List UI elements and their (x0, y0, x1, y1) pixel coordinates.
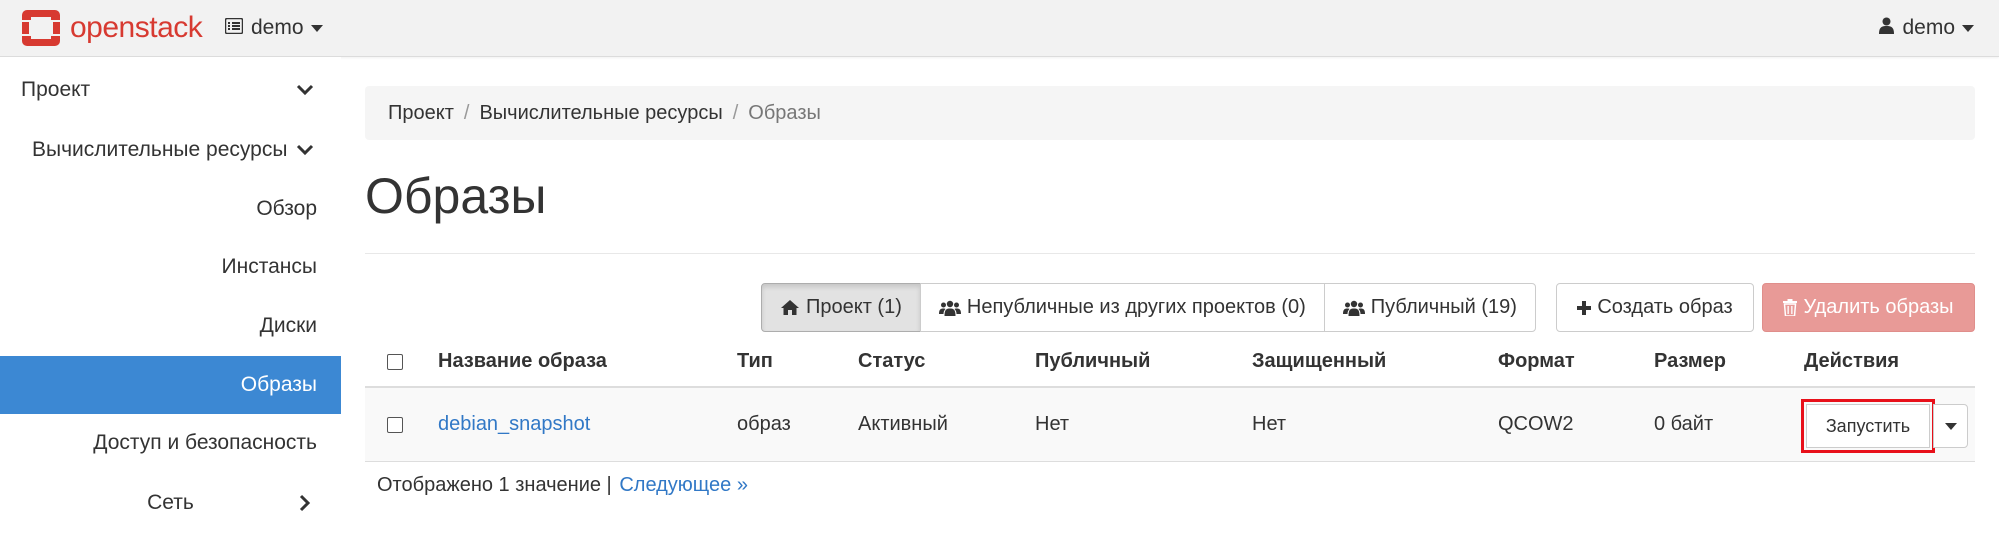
column-header-type[interactable]: Тип (737, 337, 773, 386)
sidebar-item-overview[interactable]: Обзор (0, 180, 341, 238)
sidebar-item-label: Обзор (256, 197, 317, 220)
image-status: Активный (858, 413, 948, 435)
page-title: Образы (365, 168, 547, 224)
filter-label: Непубличные из других проектов (0) (966, 296, 1306, 318)
create-image-button[interactable]: Создать образ (1556, 283, 1754, 332)
chevron-down-icon (1962, 24, 1974, 32)
filter-shared-button[interactable]: Непубличные из других проектов (0) (919, 283, 1325, 332)
brand-name: openstack (70, 11, 203, 44)
project-switcher[interactable]: demo (224, 14, 323, 42)
filter-label: Публичный (19) (1370, 296, 1517, 318)
column-header-name[interactable]: Название образа (438, 337, 607, 386)
image-format: QCOW2 (1498, 413, 1574, 435)
column-header-protected[interactable]: Защищенный (1252, 337, 1386, 386)
chevron-down-icon (1944, 422, 1957, 430)
home-icon (780, 299, 800, 316)
table-footer: Отображено 1 значение | Следующее » (377, 474, 748, 497)
table-row: debian_snapshot образ Активный Нет Нет Q… (365, 388, 1975, 462)
plus-icon (1577, 300, 1592, 315)
delete-images-button[interactable]: Удалить образы (1762, 283, 1975, 332)
sidebar-item-label: Вычислительные ресурсы (32, 138, 288, 161)
sidebar-item-label: Доступ и безопасность (93, 431, 317, 454)
breadcrumb-compute[interactable]: Вычислительные ресурсы (479, 102, 722, 125)
create-image-label: Создать образ (1597, 296, 1733, 318)
users-icon (1342, 300, 1365, 316)
sidebar-item-images[interactable]: Образы (0, 356, 341, 414)
filter-button-group: Проект (1) Непубличные из других проекто… (761, 283, 1536, 332)
chevron-down-icon (295, 140, 315, 160)
sidebar-item-network[interactable]: Сеть (0, 474, 341, 532)
sidebar-item-volumes[interactable]: Диски (0, 297, 341, 355)
sidebar-item-label: Образы (240, 373, 317, 396)
filter-public-button[interactable]: Публичный (19) (1323, 283, 1536, 332)
chevron-right-icon (295, 493, 315, 513)
select-all-cell (387, 337, 403, 386)
sidebar: Проект Вычислительные ресурсы Обзор Инст… (0, 57, 341, 539)
breadcrumb-project[interactable]: Проект (388, 102, 454, 125)
column-header-public[interactable]: Публичный (1035, 337, 1150, 386)
select-all-checkbox[interactable] (387, 353, 403, 370)
trash-icon (1783, 299, 1798, 316)
sidebar-item-label: Сеть (147, 491, 194, 514)
breadcrumb: Проект / Вычислительные ресурсы / Образы (365, 86, 1975, 140)
column-header-format[interactable]: Формат (1498, 337, 1575, 386)
users-icon (938, 300, 961, 316)
brand[interactable]: openstack (20, 8, 203, 48)
column-header-actions: Действия (1804, 350, 1900, 372)
table-header: Название образа Тип Статус Публичный Защ… (365, 337, 1975, 388)
row-checkbox[interactable] (387, 416, 403, 433)
user-icon (1879, 16, 1895, 40)
image-public: Нет (1035, 413, 1070, 435)
user-name: demo (1902, 16, 1955, 39)
chevron-down-icon (295, 80, 315, 100)
sidebar-item-project[interactable]: Проект (0, 61, 341, 119)
image-name-link[interactable]: debian_snapshot (438, 388, 590, 461)
column-header-status[interactable]: Статус (858, 337, 925, 386)
top-navbar: openstack demo demo (0, 0, 1999, 57)
sidebar-item-access-security[interactable]: Доступ и безопасность (0, 414, 341, 472)
sidebar-item-instances[interactable]: Инстансы (0, 238, 341, 296)
sidebar-item-compute[interactable]: Вычислительные ресурсы (0, 121, 341, 179)
image-size: 0 байт (1654, 413, 1714, 435)
filter-label: Проект (1) (806, 296, 902, 318)
project-list-icon (224, 16, 244, 40)
breadcrumb-separator: / (732, 101, 739, 124)
chevron-down-icon (310, 24, 323, 32)
row-select-cell (387, 388, 403, 461)
delete-images-label: Удалить образы (1803, 296, 1954, 318)
breadcrumb-separator: / (463, 101, 470, 124)
launch-button[interactable]: Запустить (1801, 399, 1935, 453)
filter-project-button[interactable]: Проект (1) (761, 283, 921, 332)
image-protected: Нет (1252, 413, 1287, 435)
sidebar-item-label: Инстансы (221, 255, 317, 278)
project-name: demo (251, 16, 304, 39)
column-header-size[interactable]: Размер (1654, 337, 1726, 386)
breadcrumb-current: Образы (748, 101, 821, 124)
sidebar-item-label: Проект (21, 78, 91, 101)
next-page-link[interactable]: Следующее » (619, 474, 748, 496)
sidebar-item-label: Диски (259, 314, 317, 337)
image-type: образ (737, 413, 791, 435)
divider (365, 253, 1975, 254)
main-content: Проект / Вычислительные ресурсы / Образы… (365, 57, 1975, 539)
openstack-logo-icon (20, 8, 62, 48)
items-count: Отображено 1 значение | (377, 474, 612, 496)
row-actions-dropdown-toggle[interactable] (1933, 404, 1968, 448)
user-menu[interactable]: demo (1879, 14, 1974, 42)
